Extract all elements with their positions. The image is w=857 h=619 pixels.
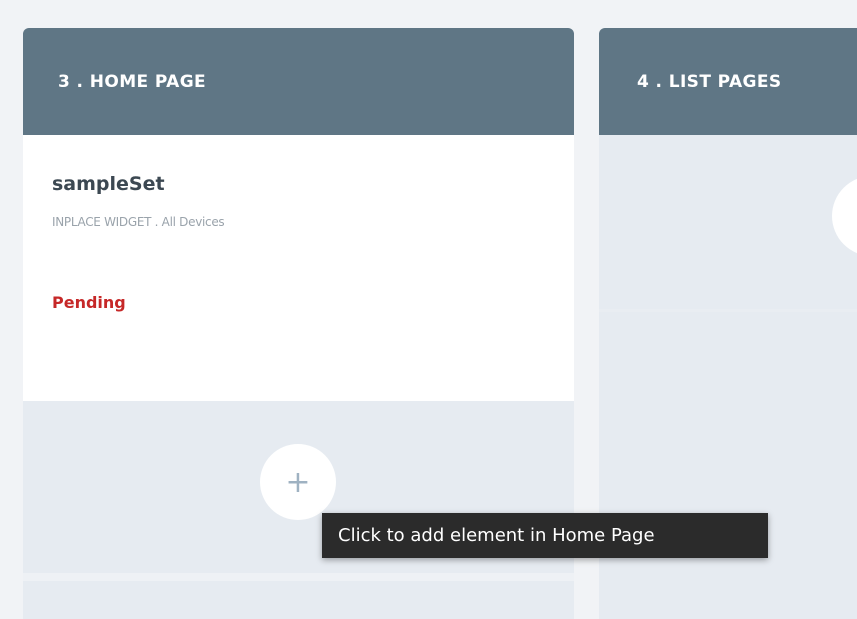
tooltip: Click to add element in Home Page [322, 513, 768, 558]
element-card[interactable]: sampleSet INPLACE WIDGET . All Devices P… [23, 135, 574, 401]
plus-icon: + [285, 464, 311, 500]
status-label: Pending [52, 293, 126, 312]
column-divider [23, 573, 574, 581]
card-title: sampleSet [52, 173, 165, 195]
card-meta: INPLACE WIDGET . All Devices [52, 215, 225, 229]
column-title: 3 . HOME PAGE [58, 71, 207, 92]
add-element-button[interactable]: + [260, 444, 336, 520]
column-header: 3 . HOME PAGE [23, 28, 574, 135]
column-divider [599, 309, 857, 312]
column-header: 4 . LIST PAGES [599, 28, 857, 135]
column-title: 4 . LIST PAGES [637, 71, 782, 92]
workflow-board: 3 . HOME PAGE sampleSet INPLACE WIDGET .… [0, 0, 857, 619]
add-element-button[interactable] [832, 176, 857, 256]
